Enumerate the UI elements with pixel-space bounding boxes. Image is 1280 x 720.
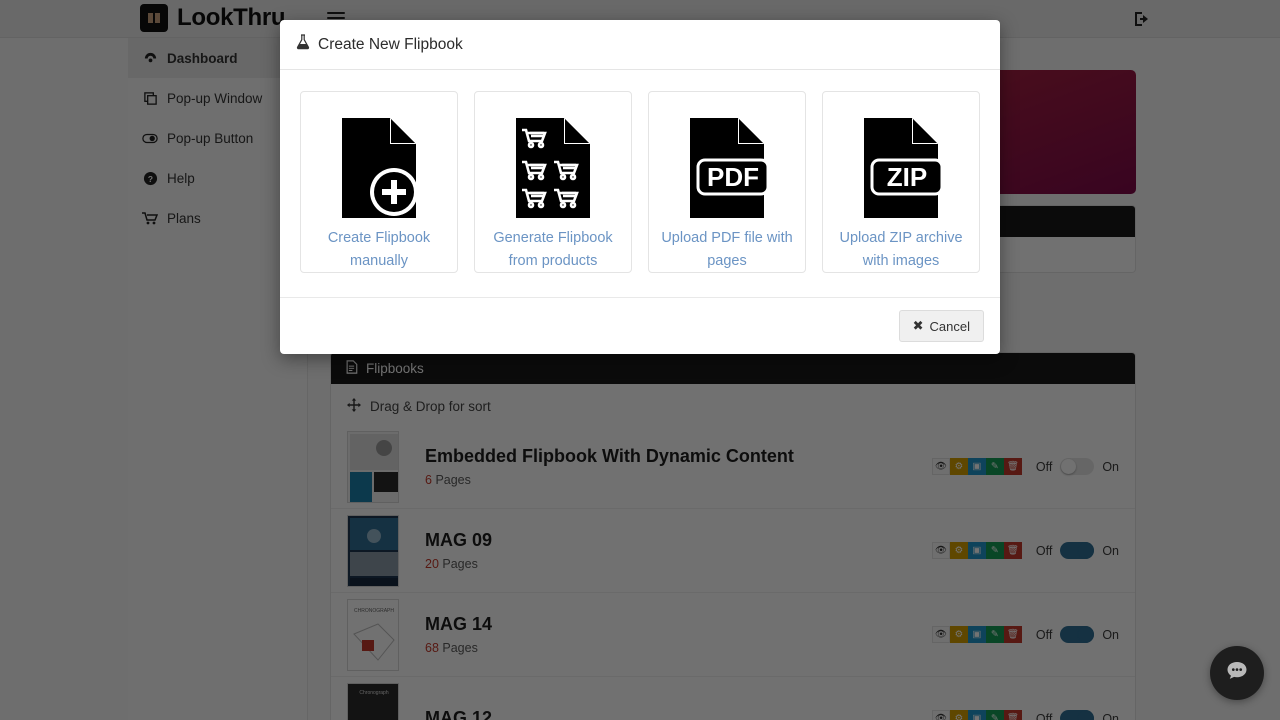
option-upload-zip[interactable]: ZIP Upload ZIP archive with images <box>822 91 980 273</box>
svg-text:ZIP: ZIP <box>887 162 927 192</box>
times-icon: ✖ <box>912 318 924 333</box>
modal-header: Create New Flipbook <box>280 20 1000 70</box>
flask-icon <box>296 34 310 55</box>
option-label: Upload PDF file with pages <box>661 230 793 269</box>
file-plus-icon <box>336 108 422 227</box>
screen-root: LookThru Dashboard Pop-up Window <box>0 0 1280 720</box>
option-label: Generate Flipbook from products <box>493 230 613 269</box>
create-flipbook-modal: Create New Flipbook Create Flipbook manu… <box>280 20 1000 354</box>
file-zip-icon: ZIP <box>858 108 944 227</box>
file-carts-icon <box>510 108 596 227</box>
option-label: Upload ZIP archive with images <box>839 230 963 269</box>
modal-body: Create Flipbook manually Generate Flipbo… <box>280 70 1000 297</box>
file-pdf-icon: PDF <box>684 108 770 227</box>
cancel-button[interactable]: ✖ Cancel <box>898 310 984 342</box>
modal-title: Create New Flipbook <box>318 35 463 53</box>
option-upload-pdf[interactable]: PDF Upload PDF file with pages <box>648 91 806 273</box>
chat-bubble-icon <box>1223 657 1251 690</box>
option-label: Create Flipbook manually <box>327 230 431 269</box>
chat-widget-button[interactable] <box>1210 646 1264 700</box>
option-generate-from-products[interactable]: Generate Flipbook from products <box>474 91 632 273</box>
option-create-manually[interactable]: Create Flipbook manually <box>300 91 458 273</box>
svg-text:PDF: PDF <box>707 162 759 192</box>
modal-footer: ✖ Cancel <box>280 297 1000 354</box>
cancel-button-label: Cancel <box>929 318 970 334</box>
